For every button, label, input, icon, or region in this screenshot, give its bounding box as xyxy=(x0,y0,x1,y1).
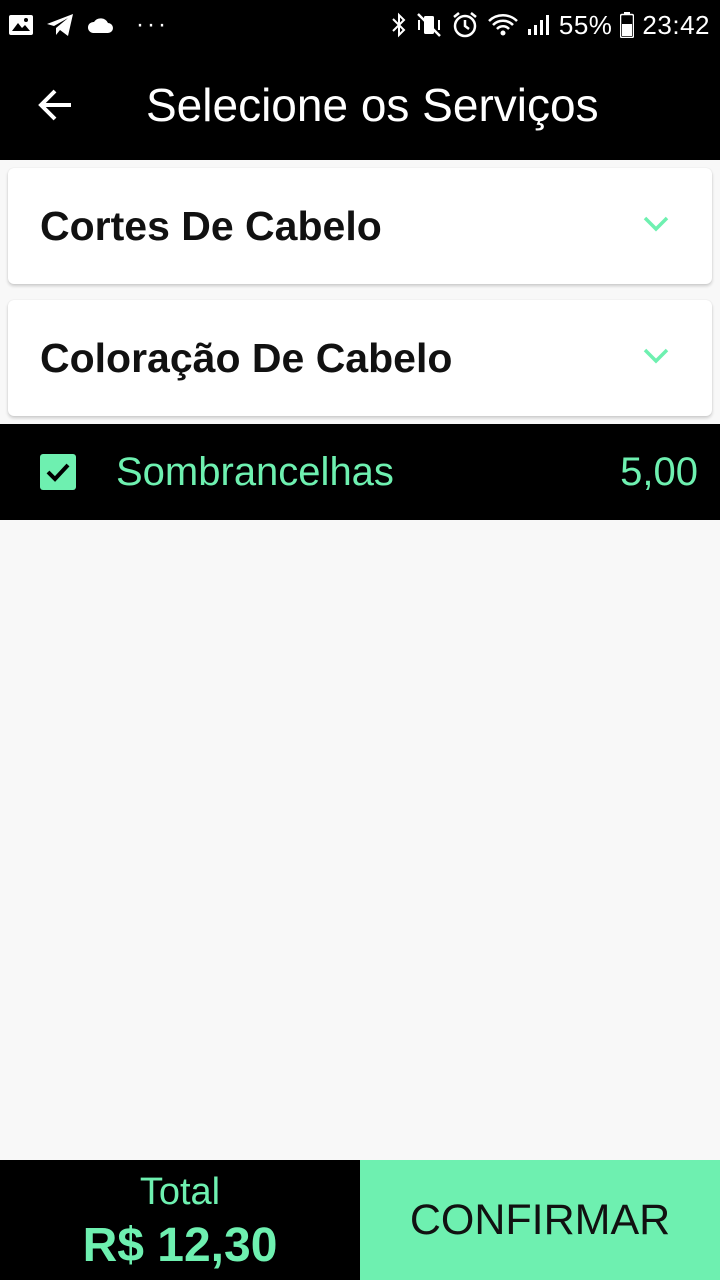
clock: 23:42 xyxy=(642,9,710,40)
total-value: R$ 12,30 xyxy=(82,1219,278,1272)
status-bar: ··· 55% 23:42 xyxy=(0,0,720,50)
service-checkbox[interactable] xyxy=(40,454,76,490)
chevron-down-icon xyxy=(643,348,669,364)
battery-icon xyxy=(620,12,635,38)
confirm-button[interactable]: CONFIRMAR xyxy=(360,1160,720,1280)
battery-percentage: 55% xyxy=(558,9,613,40)
telegram-icon xyxy=(46,13,74,37)
bluetooth-icon xyxy=(391,12,407,38)
more-notifications-icon: ··· xyxy=(136,11,169,38)
image-icon xyxy=(8,14,34,36)
service-row-sombrancelhas[interactable]: Sombrancelhas 5,00 xyxy=(0,424,720,520)
page-title: Selecione os Serviços xyxy=(146,79,599,131)
total-label: Total xyxy=(139,1171,221,1213)
service-name: Sombrancelhas xyxy=(116,450,394,494)
service-price: 5,00 xyxy=(620,450,698,494)
category-label: Coloração De Cabelo xyxy=(40,335,453,381)
bottom-bar: Total R$ 12,30 CONFIRMAR xyxy=(0,1160,720,1280)
chevron-down-icon xyxy=(643,216,669,232)
app-bar: Selecione os Serviços xyxy=(0,50,720,160)
vibrate-mute-icon xyxy=(415,12,443,38)
total-box: Total R$ 12,30 xyxy=(0,1160,360,1280)
screen: ··· 55% 23:42 Selecione os Serviços Cort… xyxy=(0,0,720,1280)
status-right-icons: 55% 23:42 xyxy=(391,0,710,50)
back-button[interactable] xyxy=(28,77,84,133)
checkmark-icon xyxy=(46,463,70,482)
category-cortes-de-cabelo[interactable]: Cortes De Cabelo xyxy=(8,168,712,284)
alarm-icon xyxy=(451,11,479,39)
category-coloracao-de-cabelo[interactable]: Coloração De Cabelo xyxy=(8,300,712,416)
wifi-icon xyxy=(487,13,519,37)
status-left-icons: ··· xyxy=(8,0,169,50)
category-label: Cortes De Cabelo xyxy=(40,203,382,249)
cloud-icon xyxy=(86,15,114,35)
signal-icon xyxy=(527,13,551,37)
arrow-back-icon xyxy=(38,89,71,121)
